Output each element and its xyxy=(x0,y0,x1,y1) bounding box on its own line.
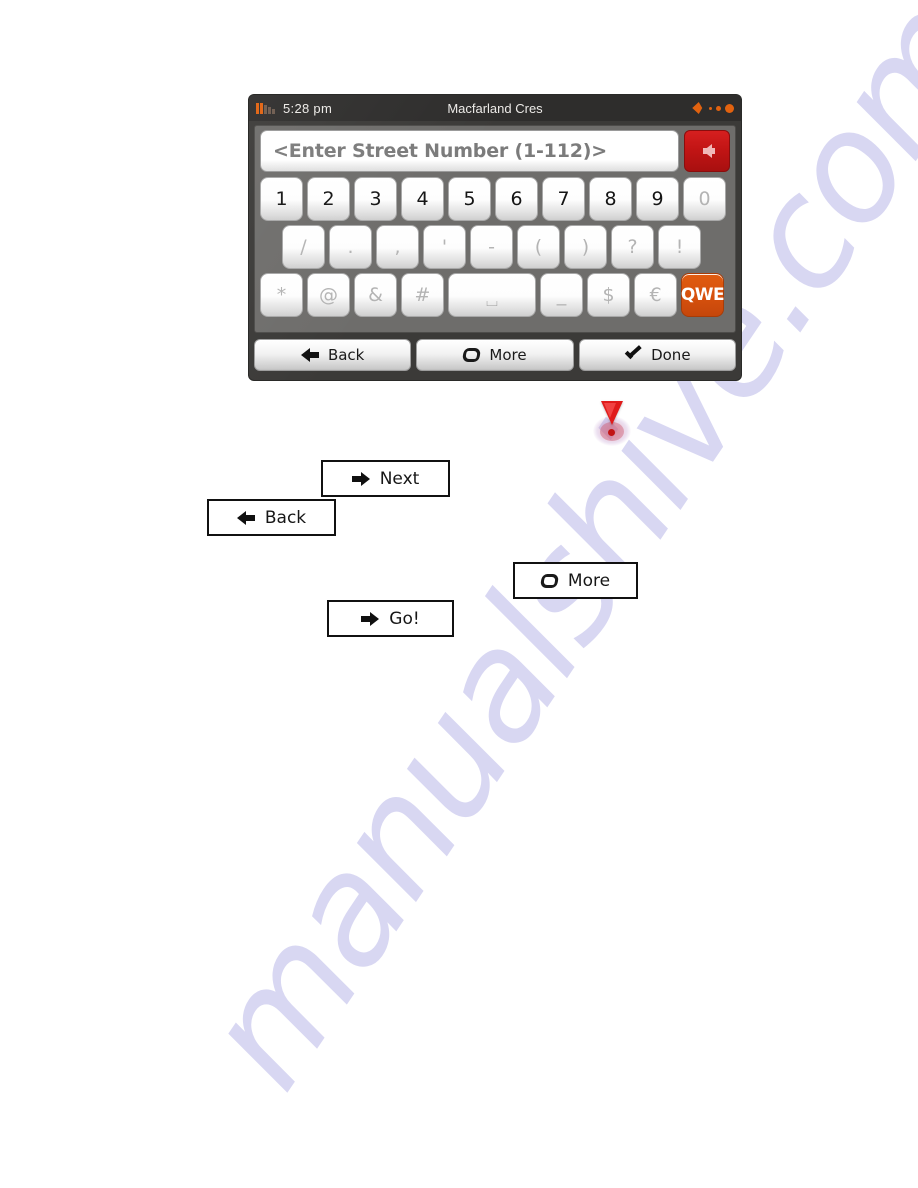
street-number-input[interactable]: <Enter Street Number (1-112)> xyxy=(260,130,679,172)
device-bottom-bar: Back More Done xyxy=(254,339,736,371)
signal-dot-medium-icon xyxy=(716,105,721,111)
device-back-button[interactable]: Back xyxy=(254,339,412,371)
callout-back-button[interactable]: Back xyxy=(207,499,336,536)
key-8[interactable]: 8 xyxy=(589,177,632,221)
key-space: ⌴ xyxy=(448,273,536,317)
status-bar-right xyxy=(692,102,741,114)
key-$: $ xyxy=(587,273,630,317)
key-': ' xyxy=(423,225,466,269)
key-5[interactable]: 5 xyxy=(448,177,491,221)
key-?: ? xyxy=(611,225,654,269)
key-/: / xyxy=(282,225,325,269)
key-(: ( xyxy=(517,225,560,269)
keyboard-row-symbols: * @ & # ⌴ _ $ € QWE xyxy=(260,273,725,317)
status-bar-clock: 5:28 pm xyxy=(283,100,333,116)
key-qwe-layout[interactable]: QWE xyxy=(681,273,725,317)
callout-more-button[interactable]: More xyxy=(513,562,638,599)
checkmark-icon xyxy=(624,348,642,362)
arrow-right-icon xyxy=(351,471,370,486)
backspace-arrow-icon xyxy=(702,144,715,158)
device-more-button[interactable]: More xyxy=(416,339,574,371)
key-7[interactable]: 7 xyxy=(542,177,585,221)
arrow-left-icon xyxy=(236,510,255,525)
key-&: & xyxy=(354,273,397,317)
warning-pin-icon xyxy=(588,398,636,450)
key-0: 0 xyxy=(683,177,726,221)
callout-more-label: More xyxy=(567,570,611,591)
more-options-icon xyxy=(461,348,482,362)
key-,: , xyxy=(376,225,419,269)
callout-go-button[interactable]: Go! xyxy=(327,600,454,637)
key--: - xyxy=(470,225,513,269)
arrow-left-icon xyxy=(300,348,319,362)
street-number-input-value: <Enter Street Number (1-112)> xyxy=(273,140,607,162)
key-_: _ xyxy=(540,273,583,317)
backspace-key[interactable] xyxy=(684,130,730,172)
key-3[interactable]: 3 xyxy=(354,177,397,221)
key-9[interactable]: 9 xyxy=(636,177,679,221)
callout-next-button[interactable]: Next xyxy=(321,460,450,497)
keyboard-row-numbers: 1234567890 xyxy=(260,177,726,221)
gps-satellite-icon xyxy=(692,102,705,114)
pin-dot xyxy=(608,429,615,436)
key-*: * xyxy=(260,273,303,317)
key-4[interactable]: 4 xyxy=(401,177,444,221)
device-done-button[interactable]: Done xyxy=(578,339,736,371)
arrow-right-icon xyxy=(361,611,380,626)
keyboard-row-punctuation: /., ' -()?! xyxy=(282,225,701,269)
key-.: . xyxy=(329,225,372,269)
street-number-input-row: <Enter Street Number (1-112)> xyxy=(260,130,730,172)
signal-dot-large-icon xyxy=(725,103,734,113)
callout-go-label: Go! xyxy=(389,608,420,629)
keyboard-panel: <Enter Street Number (1-112)> 1234567890… xyxy=(254,125,736,333)
key-1[interactable]: 1 xyxy=(260,177,303,221)
pin-triangle-highlight xyxy=(604,403,616,418)
key-€: € xyxy=(634,273,677,317)
callout-back-label: Back xyxy=(264,507,307,528)
gps-device-screenshot: 5:28 pm Macfarland Cres <Enter Street Nu… xyxy=(249,95,741,380)
device-done-label: Done xyxy=(651,346,691,364)
device-back-label: Back xyxy=(327,346,365,364)
signal-bars-icon xyxy=(256,102,275,114)
key-!: ! xyxy=(658,225,701,269)
device-more-label: More xyxy=(489,346,527,364)
key-#: # xyxy=(401,273,444,317)
signal-dot-small-icon xyxy=(709,106,712,110)
callout-next-label: Next xyxy=(379,468,420,489)
status-bar-left: 5:28 pm xyxy=(249,101,332,116)
device-status-bar: 5:28 pm Macfarland Cres xyxy=(249,95,741,121)
key-6[interactable]: 6 xyxy=(495,177,538,221)
more-options-icon xyxy=(539,573,560,588)
key-@: @ xyxy=(307,273,350,317)
key-): ) xyxy=(564,225,607,269)
key-2[interactable]: 2 xyxy=(307,177,350,221)
